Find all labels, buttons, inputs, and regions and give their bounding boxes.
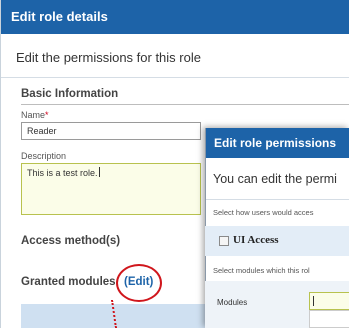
- modules-instruction: Select modules which this rol: [213, 266, 310, 275]
- name-label: Name*: [21, 110, 49, 120]
- description-field-value: This is a test role.: [27, 168, 98, 178]
- edit-permissions-subtitle: You can edit the permi: [213, 172, 337, 186]
- ui-access-label: UI Access: [233, 234, 279, 246]
- name-label-text: Name: [21, 110, 46, 120]
- modules-dropdown[interactable]: [309, 310, 349, 328]
- required-marker: *: [45, 110, 49, 120]
- name-field[interactable]: Reader: [21, 122, 201, 140]
- description-label: Description: [21, 151, 67, 161]
- annotation-circle: [116, 264, 162, 302]
- edit-role-title: Edit role details: [1, 0, 349, 34]
- access-method-instruction: Select how users would acces: [213, 208, 314, 217]
- text-cursor: [98, 167, 100, 177]
- edit-permissions-title: Edit role permissions: [206, 128, 349, 158]
- granted-modules-heading: Granted modules: [21, 276, 116, 288]
- description-field[interactable]: This is a test role.: [21, 163, 201, 215]
- checkbox-icon[interactable]: [219, 236, 229, 246]
- basic-information-heading: Basic Information: [21, 88, 119, 100]
- access-method-heading: Access method(s): [21, 235, 121, 247]
- modules-input[interactable]: [309, 292, 349, 310]
- name-field-value: Reader: [27, 126, 57, 136]
- section-divider: [21, 104, 349, 105]
- text-cursor: [313, 296, 314, 306]
- modules-label: Modules: [217, 298, 248, 307]
- edit-role-subtitle: Edit the permissions for this role: [16, 50, 201, 65]
